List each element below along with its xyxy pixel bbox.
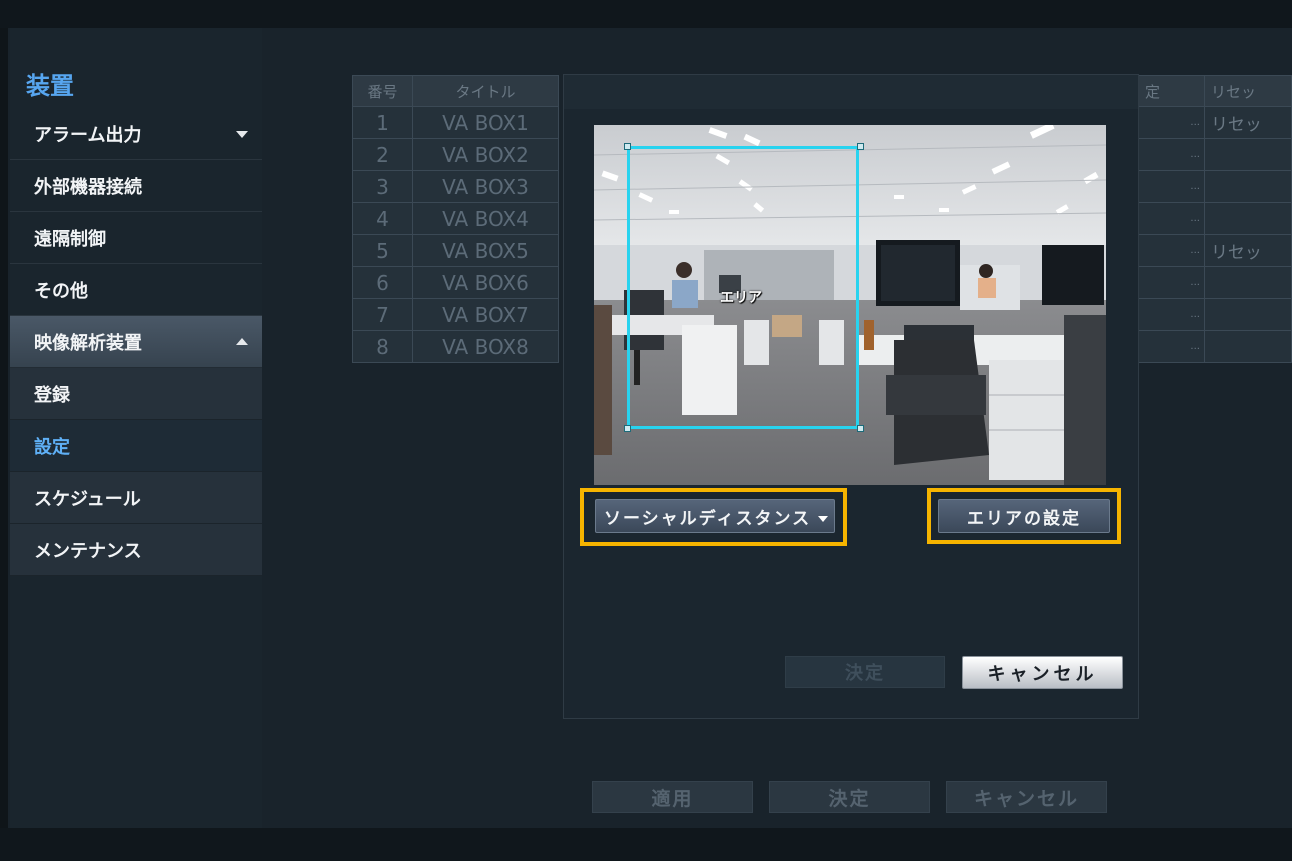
table-row[interactable]: ... (1138, 330, 1292, 363)
table-row[interactable]: 2 VA BOX2 (352, 138, 559, 171)
resize-handle[interactable] (857, 143, 864, 150)
table-header-row: 定 リセッ (1138, 75, 1292, 107)
table-row[interactable]: ... (1138, 266, 1292, 299)
ellipsis-button[interactable]: ... (1190, 341, 1204, 352)
cell-number: 8 (352, 330, 413, 363)
cell-reset[interactable]: リセッ (1203, 234, 1292, 267)
sidebar-item-label: 映像解析装置 (34, 332, 142, 354)
table-row[interactable]: 8 VA BOX8 (352, 330, 559, 363)
table-row[interactable]: 7 VA BOX7 (352, 298, 559, 331)
cell-number: 5 (352, 234, 413, 267)
bottom-bar (0, 828, 1292, 861)
table-row[interactable]: ... リセッ (1138, 234, 1292, 267)
table-row[interactable]: 5 VA BOX5 (352, 234, 559, 267)
sidebar-item-label: 登録 (34, 384, 70, 406)
cell-number: 1 (352, 106, 413, 139)
camera-preview[interactable]: エリア (594, 125, 1106, 485)
sidebar-item-label: メンテナンス (34, 540, 142, 562)
table-row[interactable]: 4 VA BOX4 (352, 202, 559, 235)
table-row[interactable]: ... リセッ (1138, 106, 1292, 139)
cell-reset[interactable] (1203, 202, 1292, 235)
dialog-header (564, 75, 1138, 109)
ellipsis-button[interactable]: ... (1190, 181, 1204, 192)
ellipsis-button[interactable]: ... (1190, 245, 1204, 256)
sidebar-item-register[interactable]: 登録 (10, 368, 262, 420)
sidebar-item-schedule[interactable]: スケジュール (10, 472, 262, 524)
sidebar-item-label: 外部機器接続 (34, 176, 142, 198)
top-bar (0, 0, 1292, 28)
column-header-title: タイトル (412, 75, 559, 107)
cell-number: 2 (352, 138, 413, 171)
sidebar-item-label: スケジュール (34, 488, 141, 510)
sidebar-item-label: アラーム出力 (34, 124, 142, 146)
sidebar-title: 装置 (26, 72, 74, 100)
sidebar-item-label: その他 (34, 280, 88, 302)
area-settings-dialog: エリア ソーシャルディスタンス エリアの設定 決定 キャンセル (563, 74, 1139, 719)
table-row[interactable]: 1 VA BOX1 (352, 106, 559, 139)
chevron-down-icon (818, 516, 828, 522)
table-row[interactable]: ... (1138, 202, 1292, 235)
cell-reset[interactable]: リセッ (1203, 106, 1292, 139)
va-box-table: 番号 タイトル 1 VA BOX1 2 VA BOX2 3 VA BOX3 4 VA B… (352, 75, 559, 363)
select-value: ソーシャルディスタンス (604, 508, 812, 529)
sidebar-item-remote-control[interactable]: 遠隔制御 (10, 212, 262, 264)
cancel-button[interactable]: キャンセル (946, 781, 1107, 813)
area-label: エリア (720, 290, 762, 306)
ellipsis-button[interactable]: ... (1190, 149, 1204, 160)
sidebar-item-other[interactable]: その他 (10, 264, 262, 316)
cell-title: VA BOX6 (412, 266, 559, 299)
cell-title: VA BOX4 (412, 202, 559, 235)
resize-handle[interactable] (857, 425, 864, 432)
cell-title: VA BOX3 (412, 170, 559, 203)
cell-title: VA BOX2 (412, 138, 559, 171)
column-header-setting: 定 (1138, 75, 1205, 107)
table-row[interactable]: 6 VA BOX6 (352, 266, 559, 299)
table-row[interactable]: ... (1138, 138, 1292, 171)
cell-reset[interactable] (1203, 266, 1292, 299)
cell-title: VA BOX5 (412, 234, 559, 267)
table-row[interactable]: ... (1138, 170, 1292, 203)
dialog-cancel-button[interactable]: キャンセル (962, 656, 1123, 689)
cell-number: 6 (352, 266, 413, 299)
sidebar-item-video-analysis[interactable]: 映像解析装置 (10, 316, 262, 368)
cell-title: VA BOX7 (412, 298, 559, 331)
column-header-number: 番号 (352, 75, 413, 107)
cell-number: 3 (352, 170, 413, 203)
sidebar-item-maintenance[interactable]: メンテナンス (10, 524, 262, 576)
resize-handle[interactable] (624, 425, 631, 432)
cell-reset[interactable] (1203, 298, 1292, 331)
sidebar-item-alarm-output[interactable]: アラーム出力 (10, 108, 262, 160)
cell-reset[interactable] (1203, 138, 1292, 171)
cell-number: 7 (352, 298, 413, 331)
va-box-table-right: 定 リセッ ... リセッ ... ... ... ... リセッ ... ... … (1138, 75, 1292, 363)
cell-number: 4 (352, 202, 413, 235)
cell-reset[interactable] (1203, 170, 1292, 203)
sidebar-item-label: 設定 (34, 436, 70, 458)
ellipsis-button[interactable]: ... (1190, 277, 1204, 288)
chevron-down-icon (236, 130, 248, 138)
dialog-ok-button[interactable]: 決定 (785, 656, 945, 688)
chevron-up-icon (236, 337, 248, 345)
sidebar: 装置 アラーム出力 外部機器接続 遠隔制御 その他 映像解析装置 登録 設定 ス… (10, 28, 262, 828)
sidebar-item-settings[interactable]: 設定 (10, 420, 262, 472)
sidebar-item-external-device[interactable]: 外部機器接続 (10, 160, 262, 212)
apply-button[interactable]: 適用 (592, 781, 753, 813)
ok-button[interactable]: 決定 (769, 781, 930, 813)
sidebar-item-label: 遠隔制御 (34, 228, 106, 250)
ellipsis-button[interactable]: ... (1190, 309, 1204, 320)
resize-handle[interactable] (624, 143, 631, 150)
table-row[interactable]: 3 VA BOX3 (352, 170, 559, 203)
table-header-row: 番号 タイトル (352, 75, 559, 107)
cell-title: VA BOX1 (412, 106, 559, 139)
column-header-reset: リセッ (1203, 75, 1292, 107)
area-setting-button[interactable]: エリアの設定 (938, 499, 1110, 533)
cell-reset[interactable] (1203, 330, 1292, 363)
cell-title: VA BOX8 (412, 330, 559, 363)
analysis-mode-select[interactable]: ソーシャルディスタンス (595, 499, 835, 533)
table-row[interactable]: ... (1138, 298, 1292, 331)
ellipsis-button[interactable]: ... (1190, 213, 1204, 224)
ellipsis-button[interactable]: ... (1190, 117, 1204, 128)
